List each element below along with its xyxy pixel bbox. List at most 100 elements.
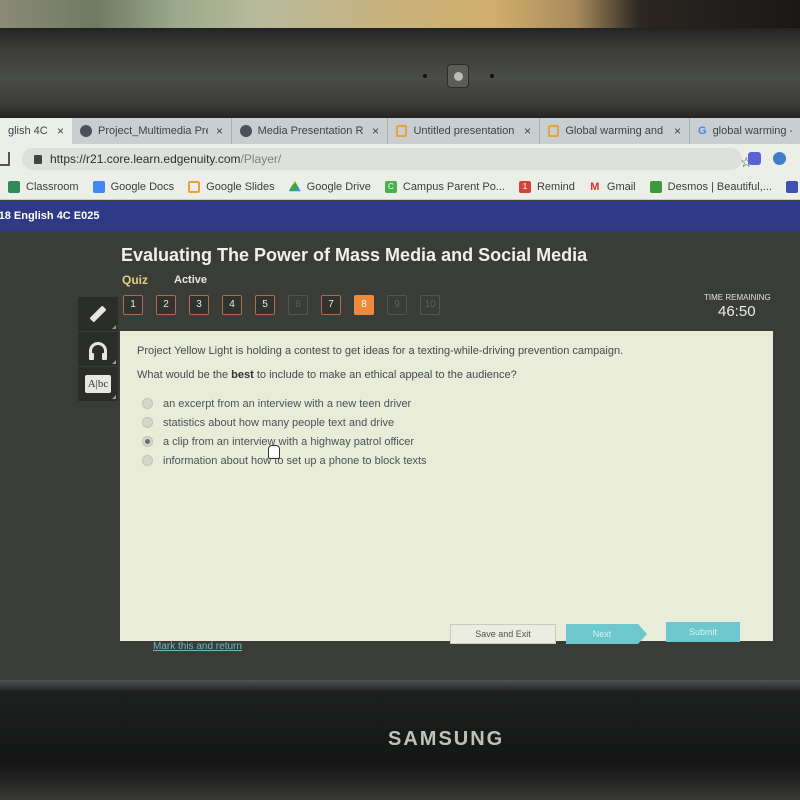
browser-tab[interactable]: Untitled presentation - G ×	[388, 118, 540, 144]
gmail-icon: M	[590, 180, 600, 193]
audio-tool[interactable]	[78, 332, 118, 366]
bookmark-campus-parent[interactable]: C Campus Parent Po...	[384, 180, 505, 193]
campus-icon: C	[384, 180, 397, 193]
monitor-top-bezel	[0, 28, 800, 120]
prompt-emphasis: best	[231, 369, 254, 381]
tab-strip: glish 4C E × Project_Multimedia Pres × M…	[0, 118, 800, 144]
answer-list: an excerpt from an interview with a new …	[142, 394, 427, 470]
remind-icon: 1	[518, 180, 531, 193]
prompt-text: to include to make an ethical appeal to …	[253, 369, 517, 381]
bookmark-label: Classroom	[26, 180, 79, 193]
activity-type: Quiz	[122, 273, 148, 287]
browser-tab[interactable]: Project_Multimedia Pres ×	[72, 118, 232, 144]
next-button[interactable]: Next	[566, 624, 638, 644]
tab-title: Media Presentation Rub	[257, 125, 364, 137]
question-button: 6	[288, 295, 308, 315]
question-intro: Project Yellow Light is holding a contes…	[137, 345, 624, 357]
activity-title: Evaluating The Power of Mass Media and S…	[121, 245, 588, 265]
browser-tab[interactable]: G global warming - Go	[690, 118, 800, 144]
question-prompt: What would be the best to include to mak…	[137, 369, 517, 381]
answer-text: an excerpt from an interview with a new …	[163, 397, 412, 410]
time-remaining-value: 46:50	[718, 303, 756, 320]
desmos-icon	[649, 180, 662, 193]
radio-button[interactable]	[142, 455, 153, 466]
tab-title: glish 4C E	[8, 125, 49, 137]
question-button[interactable]: 3	[189, 295, 209, 315]
answer-option[interactable]: an excerpt from an interview with a new …	[142, 394, 427, 413]
bookmark-google-docs[interactable]: Google Docs	[92, 180, 174, 193]
sensor-dot	[490, 74, 494, 78]
save-and-exit-button[interactable]: Save and Exit	[450, 624, 556, 644]
tab-title: Project_Multimedia Pres	[98, 125, 208, 137]
bookmark-google-drive[interactable]: Google Drive	[288, 180, 371, 193]
question-navigation: 1 2 3 4 5 6 7 8 9 10	[123, 295, 453, 315]
bookmark-classroom[interactable]: Classroom	[8, 180, 79, 193]
home-icon[interactable]	[0, 152, 10, 166]
submit-button[interactable]: Submit	[666, 622, 740, 642]
time-remaining-label: TIME REMAINING	[704, 293, 771, 302]
answer-text: a clip from an interview with a highway …	[163, 435, 415, 448]
dictionary-tool[interactable]: A|bc	[78, 367, 118, 401]
question-button-current[interactable]: 8	[354, 295, 374, 315]
activity-status: Active	[174, 274, 208, 286]
browser-tab[interactable]: Media Presentation Rub ×	[232, 118, 388, 144]
slides-icon	[396, 125, 408, 137]
question-button: 10	[420, 295, 440, 315]
close-icon[interactable]: ×	[216, 124, 223, 138]
radio-button[interactable]	[142, 398, 153, 409]
bookmark-desmos[interactable]: Desmos | Beautiful,...	[649, 180, 772, 193]
globe-icon	[80, 125, 92, 137]
browser-tab[interactable]: glish 4C E ×	[0, 118, 72, 144]
browser-tab[interactable]: Global warming and clir ×	[540, 118, 690, 144]
course-header: '18 English 4C E025	[0, 201, 800, 231]
question-button[interactable]: 5	[255, 295, 275, 315]
answer-option[interactable]: information about how to set up a phone …	[142, 451, 427, 470]
close-icon[interactable]: ×	[57, 124, 64, 138]
pencil-icon	[89, 305, 107, 323]
tab-title: Untitled presentation - G	[413, 125, 516, 137]
answer-option[interactable]: statistics about how many people text an…	[142, 413, 427, 432]
answer-text: statistics about how many people text an…	[163, 416, 395, 429]
question-button[interactable]: 7	[321, 295, 341, 315]
bookmark-label: Remind	[536, 180, 575, 193]
hand-cursor-icon	[268, 445, 280, 459]
globe-icon	[240, 125, 252, 137]
url-path: /Player/	[240, 152, 282, 166]
url-host: https://r21.core.learn.edgenuity.com	[50, 152, 241, 166]
pencil-tool[interactable]	[78, 297, 118, 331]
docs-icon	[92, 180, 105, 193]
question-button[interactable]: 2	[156, 295, 176, 315]
close-icon[interactable]: ×	[372, 124, 379, 138]
tool-sidebar: A|bc	[78, 297, 118, 402]
radio-button-checked[interactable]	[142, 436, 153, 447]
biology-icon	[785, 180, 798, 193]
extension-icon[interactable]	[748, 152, 761, 165]
answer-text: information about how to set up a phone …	[163, 454, 427, 467]
bookmark-google-slides[interactable]: Google Slides	[188, 180, 275, 193]
headphones-icon	[89, 342, 107, 360]
url-input[interactable]: https://r21.core.learn.edgenuity.com/Pla…	[22, 148, 753, 170]
question-button[interactable]: 1	[123, 295, 143, 315]
mark-and-return-link[interactable]: Mark this and return	[153, 641, 242, 652]
question-button[interactable]: 4	[222, 295, 242, 315]
webcam-icon	[447, 64, 469, 88]
close-icon[interactable]: ×	[524, 124, 531, 138]
radio-button[interactable]	[142, 417, 153, 428]
answer-option-selected[interactable]: a clip from an interview with a highway …	[142, 432, 427, 451]
lock-icon	[34, 154, 42, 164]
close-icon[interactable]: ×	[674, 124, 681, 138]
bookmark-label: Google Slides	[206, 180, 275, 193]
shield-extension-icon[interactable]	[773, 152, 786, 165]
next-arrow-icon	[638, 624, 647, 644]
tab-title: global warming - Go	[712, 125, 792, 137]
drive-icon	[288, 180, 301, 192]
question-panel: Project Yellow Light is holding a contes…	[120, 331, 773, 652]
bookmark-medical-biology[interactable]: Medical Biology - L	[785, 180, 800, 193]
classroom-icon	[8, 180, 20, 193]
photo-background	[0, 0, 800, 30]
bookmark-label: Campus Parent Po...	[402, 180, 505, 193]
bookmark-remind[interactable]: 1 Remind	[518, 180, 575, 193]
bookmark-label: Desmos | Beautiful,...	[667, 180, 772, 193]
slides-icon	[548, 125, 560, 137]
bookmark-gmail[interactable]: M Gmail	[589, 180, 635, 193]
